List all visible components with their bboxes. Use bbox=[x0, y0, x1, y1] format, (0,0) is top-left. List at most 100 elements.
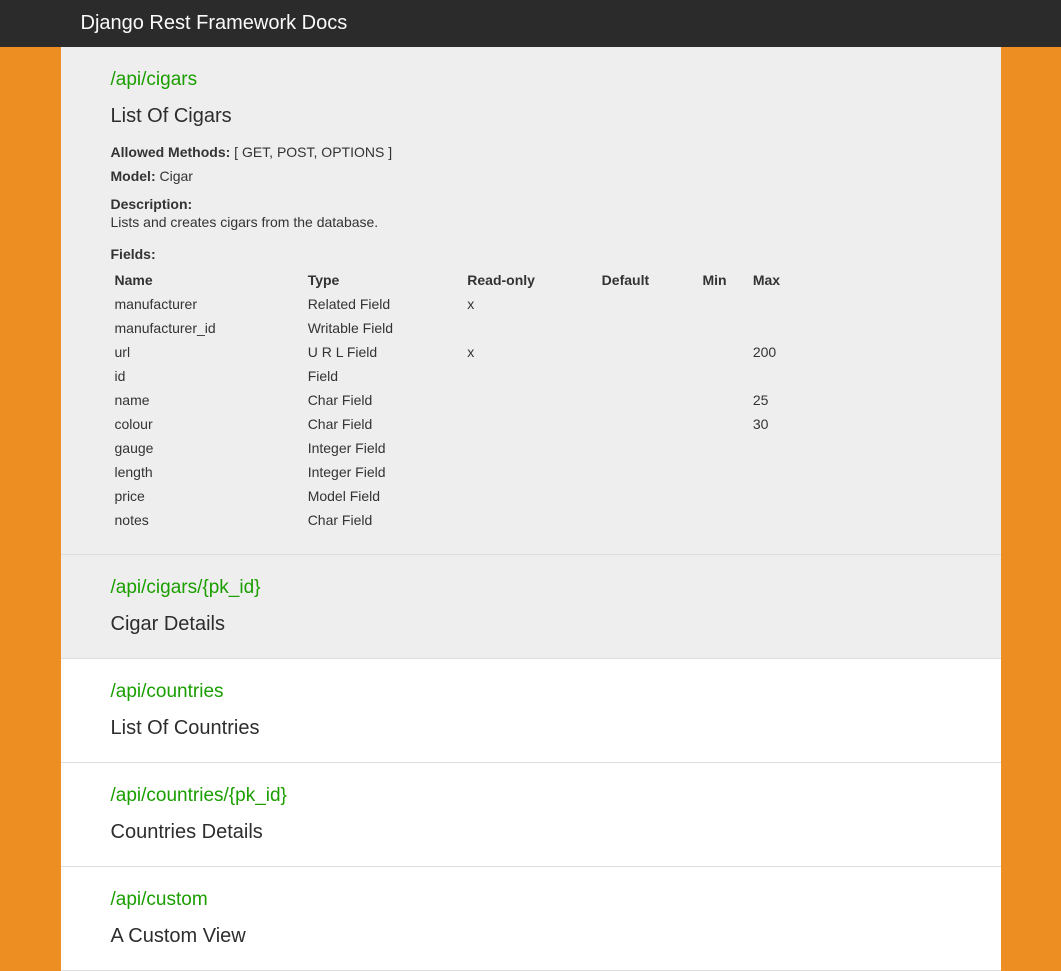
cell-min bbox=[698, 436, 748, 460]
cell-min bbox=[698, 412, 748, 436]
cell-readonly: x bbox=[463, 340, 597, 364]
cell-default bbox=[598, 388, 699, 412]
table-row: colourChar Field30 bbox=[111, 412, 951, 436]
table-row: priceModel Field bbox=[111, 484, 951, 508]
col-min: Min bbox=[698, 268, 748, 292]
cell-name: gauge bbox=[111, 436, 304, 460]
cell-name: manufacturer_id bbox=[111, 316, 304, 340]
cell-name: notes bbox=[111, 508, 304, 532]
table-row: gaugeInteger Field bbox=[111, 436, 951, 460]
cell-default bbox=[598, 292, 699, 316]
col-type: Type bbox=[304, 268, 464, 292]
cell-readonly bbox=[463, 484, 597, 508]
endpoint-countries: /api/countries List Of Countries bbox=[61, 659, 1001, 763]
model-row: Model: Cigar bbox=[111, 168, 951, 184]
cell-name: length bbox=[111, 460, 304, 484]
cell-max bbox=[749, 484, 951, 508]
allowed-methods-row: Allowed Methods: [ GET, POST, OPTIONS ] bbox=[111, 144, 951, 160]
cell-name: url bbox=[111, 340, 304, 364]
description-label-row: Description: bbox=[111, 196, 951, 212]
endpoint-url[interactable]: /api/countries bbox=[111, 681, 951, 703]
cell-type: Char Field bbox=[304, 508, 464, 532]
cell-default bbox=[598, 340, 699, 364]
cell-type: Writable Field bbox=[304, 316, 464, 340]
brand-title[interactable]: Django Rest Framework Docs bbox=[81, 12, 348, 34]
endpoint-title: Countries Details bbox=[111, 821, 951, 844]
model-label: Model: bbox=[111, 168, 156, 184]
cell-readonly: x bbox=[463, 292, 597, 316]
cell-type: Integer Field bbox=[304, 460, 464, 484]
cell-min bbox=[698, 292, 748, 316]
fields-label: Fields: bbox=[111, 246, 951, 262]
col-max: Max bbox=[749, 268, 951, 292]
endpoint-custom: /api/custom A Custom View bbox=[61, 867, 1001, 971]
cell-default bbox=[598, 364, 699, 388]
endpoint-title: Cigar Details bbox=[111, 613, 951, 636]
doc-container: /api/cigars List Of Cigars Allowed Metho… bbox=[61, 47, 1001, 971]
cell-max: 25 bbox=[749, 388, 951, 412]
cell-readonly bbox=[463, 412, 597, 436]
col-name: Name bbox=[111, 268, 304, 292]
cell-default bbox=[598, 436, 699, 460]
cell-default bbox=[598, 412, 699, 436]
cell-max bbox=[749, 436, 951, 460]
model-value: Cigar bbox=[160, 168, 193, 184]
endpoint-title: A Custom View bbox=[111, 925, 951, 948]
table-row: lengthInteger Field bbox=[111, 460, 951, 484]
table-row: urlU R L Fieldx 200 bbox=[111, 340, 951, 364]
table-row: manufacturer_idWritable Field bbox=[111, 316, 951, 340]
fields-table: Name Type Read-only Default Min Max manu… bbox=[111, 268, 951, 532]
cell-type: U R L Field bbox=[304, 340, 464, 364]
cell-min bbox=[698, 340, 748, 364]
cell-min bbox=[698, 460, 748, 484]
endpoint-url[interactable]: /api/countries/{pk_id} bbox=[111, 785, 951, 807]
endpoint-title: List Of Cigars bbox=[111, 105, 951, 128]
endpoint-url[interactable]: /api/cigars/{pk_id} bbox=[111, 577, 951, 599]
cell-max: 30 bbox=[749, 412, 951, 436]
topbar: Django Rest Framework Docs bbox=[0, 0, 1061, 47]
cell-min bbox=[698, 388, 748, 412]
cell-type: Integer Field bbox=[304, 436, 464, 460]
cell-readonly bbox=[463, 436, 597, 460]
cell-default bbox=[598, 484, 699, 508]
table-row: nameChar Field 25 bbox=[111, 388, 951, 412]
cell-readonly bbox=[463, 508, 597, 532]
cell-readonly bbox=[463, 316, 597, 340]
cell-type: Related Field bbox=[304, 292, 464, 316]
cell-type: Field bbox=[304, 364, 464, 388]
cell-default bbox=[598, 316, 699, 340]
cell-readonly bbox=[463, 364, 597, 388]
fields-header-row: Name Type Read-only Default Min Max bbox=[111, 268, 951, 292]
cell-name: id bbox=[111, 364, 304, 388]
cell-max bbox=[749, 508, 951, 532]
allowed-methods-value: [ GET, POST, OPTIONS ] bbox=[234, 144, 392, 160]
cell-max bbox=[749, 460, 951, 484]
cell-default bbox=[598, 508, 699, 532]
cell-min bbox=[698, 316, 748, 340]
endpoint-title: List Of Countries bbox=[111, 717, 951, 740]
endpoint-url[interactable]: /api/cigars bbox=[111, 69, 951, 91]
cell-default bbox=[598, 460, 699, 484]
cell-name: name bbox=[111, 388, 304, 412]
col-readonly: Read-only bbox=[463, 268, 597, 292]
cell-max bbox=[749, 292, 951, 316]
cell-max bbox=[749, 364, 951, 388]
table-row: manufacturerRelated Fieldx bbox=[111, 292, 951, 316]
col-default: Default bbox=[598, 268, 699, 292]
cell-readonly bbox=[463, 460, 597, 484]
table-row: notesChar Field bbox=[111, 508, 951, 532]
endpoint-url[interactable]: /api/custom bbox=[111, 889, 951, 911]
endpoint-countries-details: /api/countries/{pk_id} Countries Details bbox=[61, 763, 1001, 867]
cell-name: price bbox=[111, 484, 304, 508]
allowed-methods-label: Allowed Methods: bbox=[111, 144, 231, 160]
cell-type: Char Field bbox=[304, 388, 464, 412]
endpoint-cigar-details: /api/cigars/{pk_id} Cigar Details bbox=[61, 555, 1001, 659]
cell-min bbox=[698, 484, 748, 508]
endpoint-cigars: /api/cigars List Of Cigars Allowed Metho… bbox=[61, 47, 1001, 555]
cell-name: manufacturer bbox=[111, 292, 304, 316]
description-text: Lists and creates cigars from the databa… bbox=[111, 214, 951, 230]
cell-max bbox=[749, 316, 951, 340]
cell-max: 200 bbox=[749, 340, 951, 364]
cell-readonly bbox=[463, 388, 597, 412]
cell-min bbox=[698, 508, 748, 532]
